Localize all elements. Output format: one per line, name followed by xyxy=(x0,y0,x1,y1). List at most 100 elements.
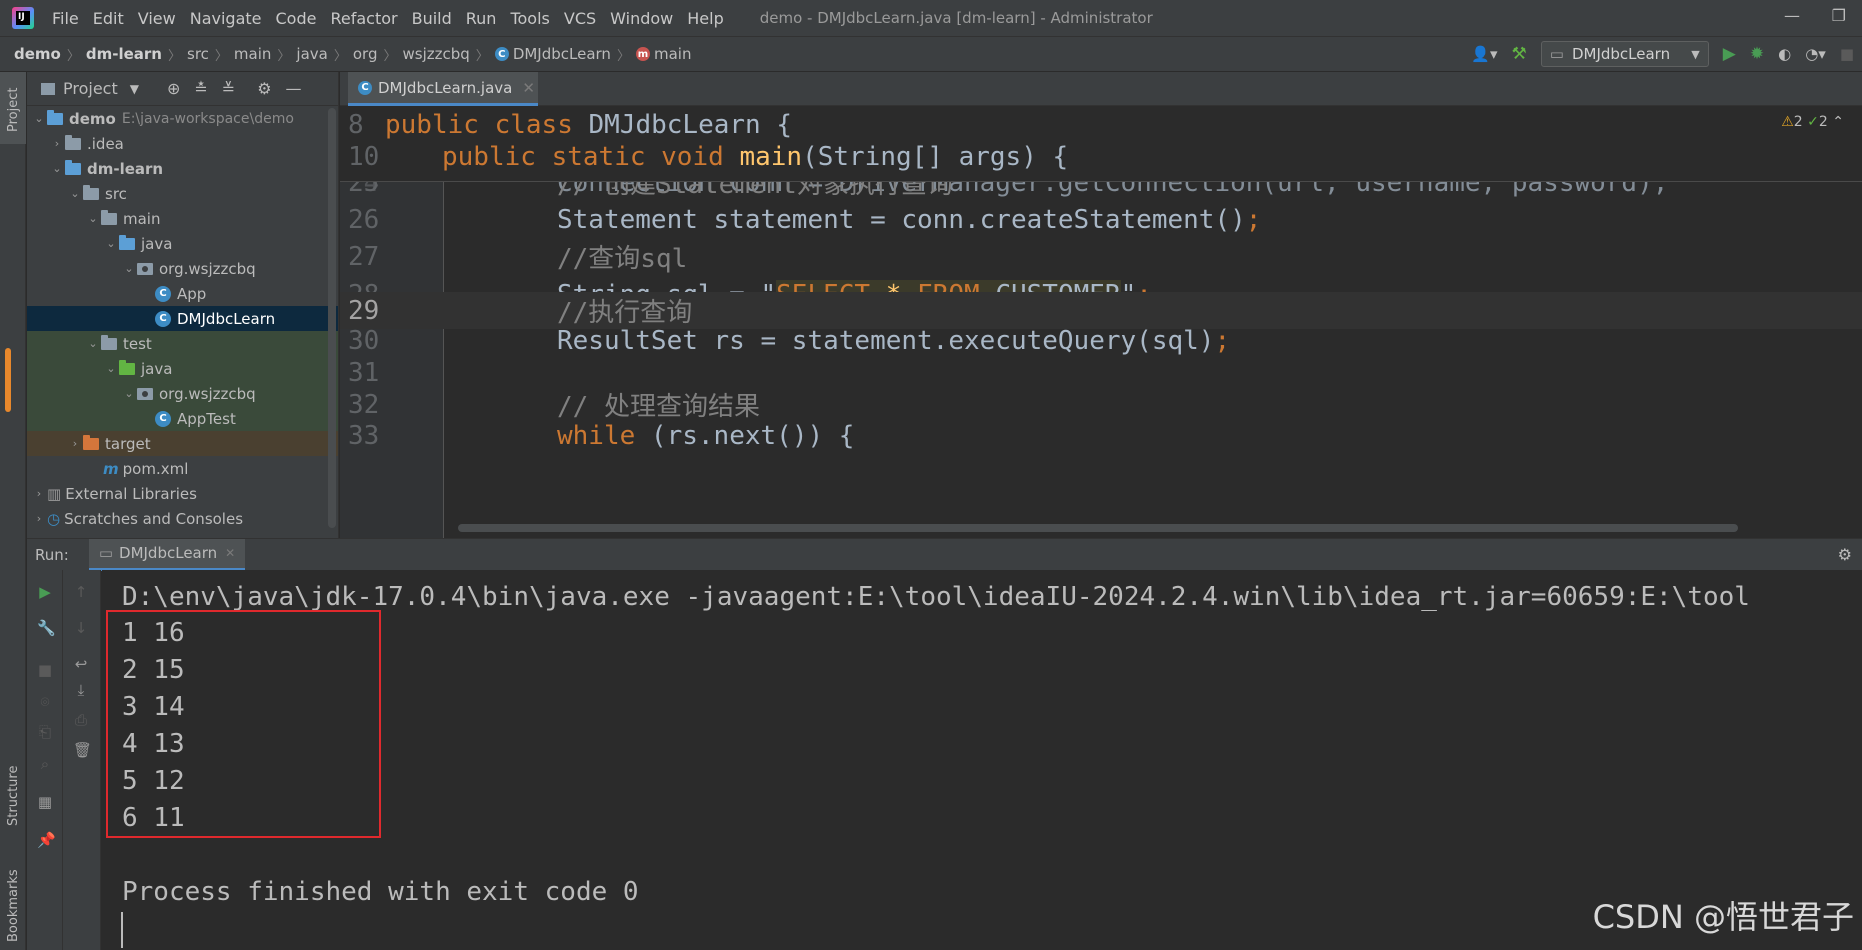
menu-build[interactable]: Build xyxy=(412,9,452,28)
print-icon[interactable]: ⎙ xyxy=(73,712,89,728)
user-icon[interactable]: 👤▾ xyxy=(1471,45,1497,63)
exit-icon[interactable]: ⎗ xyxy=(37,724,53,740)
menu-vcs[interactable]: VCS xyxy=(564,9,596,28)
close-icon[interactable]: ✕ xyxy=(522,79,535,97)
breadcrumb-demo[interactable]: demo xyxy=(14,45,61,63)
menu-code[interactable]: Code xyxy=(276,9,317,28)
stop-icon[interactable]: ■ xyxy=(1840,45,1854,63)
chevron-up-icon[interactable]: ⌃ xyxy=(1832,114,1844,130)
inspection-widget[interactable]: ⚠2 ✓2 ⌃ xyxy=(1781,114,1844,130)
breadcrumb-java[interactable]: java xyxy=(296,45,327,63)
tree-item-main[interactable]: ⌄ main xyxy=(27,206,338,231)
coverage-icon[interactable]: ◐ xyxy=(1778,45,1791,63)
chevron-down-icon[interactable]: ⌄ xyxy=(103,362,119,375)
tree-item-dmjdbclearn-selected[interactable]: C DMJdbcLearn xyxy=(27,306,338,331)
tree-item-dm-learn[interactable]: ⌄ dm-learn xyxy=(27,156,338,181)
tree-item-external-libraries[interactable]: › ▥ External Libraries xyxy=(27,481,338,506)
minimize-icon[interactable]: — xyxy=(1784,6,1800,25)
editor-horizontal-scrollbar[interactable] xyxy=(458,524,1738,532)
tree-item-test[interactable]: ⌄ test xyxy=(27,331,338,356)
chevron-right-icon[interactable]: › xyxy=(49,137,65,150)
menu-view[interactable]: View xyxy=(138,9,176,28)
locate-icon[interactable]: ⊕ xyxy=(167,79,180,98)
menu-refactor[interactable]: Refactor xyxy=(330,9,397,28)
breadcrumb-src[interactable]: src xyxy=(187,45,209,63)
tree-item-demo[interactable]: ⌄ demo E:\java-workspace\demo xyxy=(27,106,338,131)
chevron-down-icon[interactable]: ⌄ xyxy=(49,162,65,175)
hide-icon[interactable]: — xyxy=(286,79,302,98)
structure-tool-label[interactable]: Structure xyxy=(6,766,21,826)
chevron-down-icon[interactable]: ⌄ xyxy=(121,262,137,275)
menu-help[interactable]: Help xyxy=(687,9,723,28)
chevron-down-icon[interactable]: ⌄ xyxy=(103,237,119,250)
expand-all-icon[interactable]: ≛ xyxy=(194,79,207,98)
soft-wrap-icon[interactable]: ↩ xyxy=(73,656,89,672)
bookmarks-tool-label[interactable]: Bookmarks xyxy=(6,869,21,942)
breadcrumb-wsjzzcbq[interactable]: wsjzzcbq xyxy=(403,45,470,63)
line-number: 10 xyxy=(348,141,380,172)
breadcrumb-dm-learn[interactable]: dm-learn xyxy=(86,45,162,63)
menu-window[interactable]: Window xyxy=(610,9,673,28)
menu-navigate[interactable]: Navigate xyxy=(190,9,262,28)
gear-icon[interactable]: ⚙ xyxy=(1838,545,1852,564)
tree-item-idea[interactable]: › .idea xyxy=(27,131,338,156)
tree-item-app[interactable]: C App xyxy=(27,281,338,306)
pin-icon[interactable]: 📌 xyxy=(37,832,56,848)
breadcrumb-main[interactable]: main xyxy=(234,45,271,63)
trash-icon[interactable]: 🗑 xyxy=(73,742,92,758)
tree-item-package[interactable]: ⌄ org.wsjzzcbq xyxy=(27,256,338,281)
scroll-to-end-icon[interactable]: ⤓ xyxy=(73,682,89,698)
build-hammer-icon[interactable]: ⚒ xyxy=(1512,44,1527,64)
search-icon[interactable]: ⌕ xyxy=(37,756,53,772)
chevron-right-icon[interactable]: › xyxy=(31,512,47,525)
chevron-right-icon[interactable]: › xyxy=(31,487,47,500)
tree-label: org.wsjzzcbq xyxy=(159,384,256,403)
tree-item-src[interactable]: ⌄ src xyxy=(27,181,338,206)
chevron-down-icon[interactable]: ▼ xyxy=(130,82,139,96)
rerun-icon[interactable]: ▶ xyxy=(37,584,53,600)
tree-item-target[interactable]: › target xyxy=(27,431,338,456)
tab-dmjdbclearn[interactable]: C DMJdbcLearn.java ✕ xyxy=(348,72,538,106)
menu-edit[interactable]: Edit xyxy=(93,9,124,28)
console-exit-message: Process finished with exit code 0 xyxy=(122,877,639,907)
wrench-icon[interactable]: 🔧 xyxy=(37,620,56,636)
code-editor[interactable]: ⚠2 ✓2 ⌃ 8 public class DMJdbcLearn { 10 … xyxy=(340,106,1862,538)
layout-icon[interactable]: ▦ xyxy=(37,794,53,810)
close-icon[interactable]: ✕ xyxy=(225,546,235,560)
tree-item-test-package[interactable]: ⌄ org.wsjzzcbq xyxy=(27,381,338,406)
chevron-right-icon[interactable]: › xyxy=(67,437,83,450)
gear-icon[interactable]: ⚙ xyxy=(257,79,271,98)
chevron-down-icon[interactable]: ⌄ xyxy=(121,387,137,400)
run-tab-dmjdbclearn[interactable]: ▭ DMJdbcLearn ✕ xyxy=(88,538,246,571)
chevron-down-icon[interactable]: ⌄ xyxy=(67,187,83,200)
camera-icon[interactable]: ⌾ xyxy=(37,694,53,710)
chevron-down-icon[interactable]: ⌄ xyxy=(85,212,101,225)
project-panel-title[interactable]: Project xyxy=(63,79,118,98)
run-icon[interactable]: ▶ xyxy=(1723,44,1736,64)
tree-item-apptest[interactable]: C AppTest xyxy=(27,406,338,431)
menu-run[interactable]: Run xyxy=(466,9,497,28)
tree-scrollbar[interactable] xyxy=(328,108,336,528)
arrow-down-icon[interactable]: ↓ xyxy=(73,620,89,636)
menu-file[interactable]: File xyxy=(52,9,79,28)
profile-icon[interactable]: ◔▾ xyxy=(1805,45,1826,63)
breadcrumb-class[interactable]: DMJdbcLearn xyxy=(513,45,611,63)
stop-icon[interactable]: ■ xyxy=(37,662,53,678)
tree-item-pom[interactable]: m pom.xml xyxy=(27,456,338,481)
menu-tools[interactable]: Tools xyxy=(510,9,549,28)
arrow-up-icon[interactable]: ↑ xyxy=(73,584,89,600)
collapse-all-icon[interactable]: ≚ xyxy=(222,79,235,98)
tree-item-test-java[interactable]: ⌄ java xyxy=(27,356,338,381)
tree-item-scratches[interactable]: › ◷ Scratches and Consoles xyxy=(27,506,338,531)
chevron-down-icon[interactable]: ⌄ xyxy=(31,112,47,125)
restore-icon[interactable]: ❐ xyxy=(1832,6,1846,25)
run-configuration-select[interactable]: ▭ DMJdbcLearn ▼ xyxy=(1540,41,1709,67)
line-number: 27 xyxy=(348,241,380,272)
chevron-down-icon[interactable]: ⌄ xyxy=(85,337,101,350)
project-tool-label[interactable]: Project xyxy=(6,88,21,132)
debug-bug-icon[interactable]: ✹ xyxy=(1750,44,1764,64)
warning-icon: ⚠ xyxy=(1781,114,1794,130)
breadcrumb-method[interactable]: main xyxy=(654,45,691,63)
tree-item-java[interactable]: ⌄ java xyxy=(27,231,338,256)
breadcrumb-org[interactable]: org xyxy=(353,45,378,63)
